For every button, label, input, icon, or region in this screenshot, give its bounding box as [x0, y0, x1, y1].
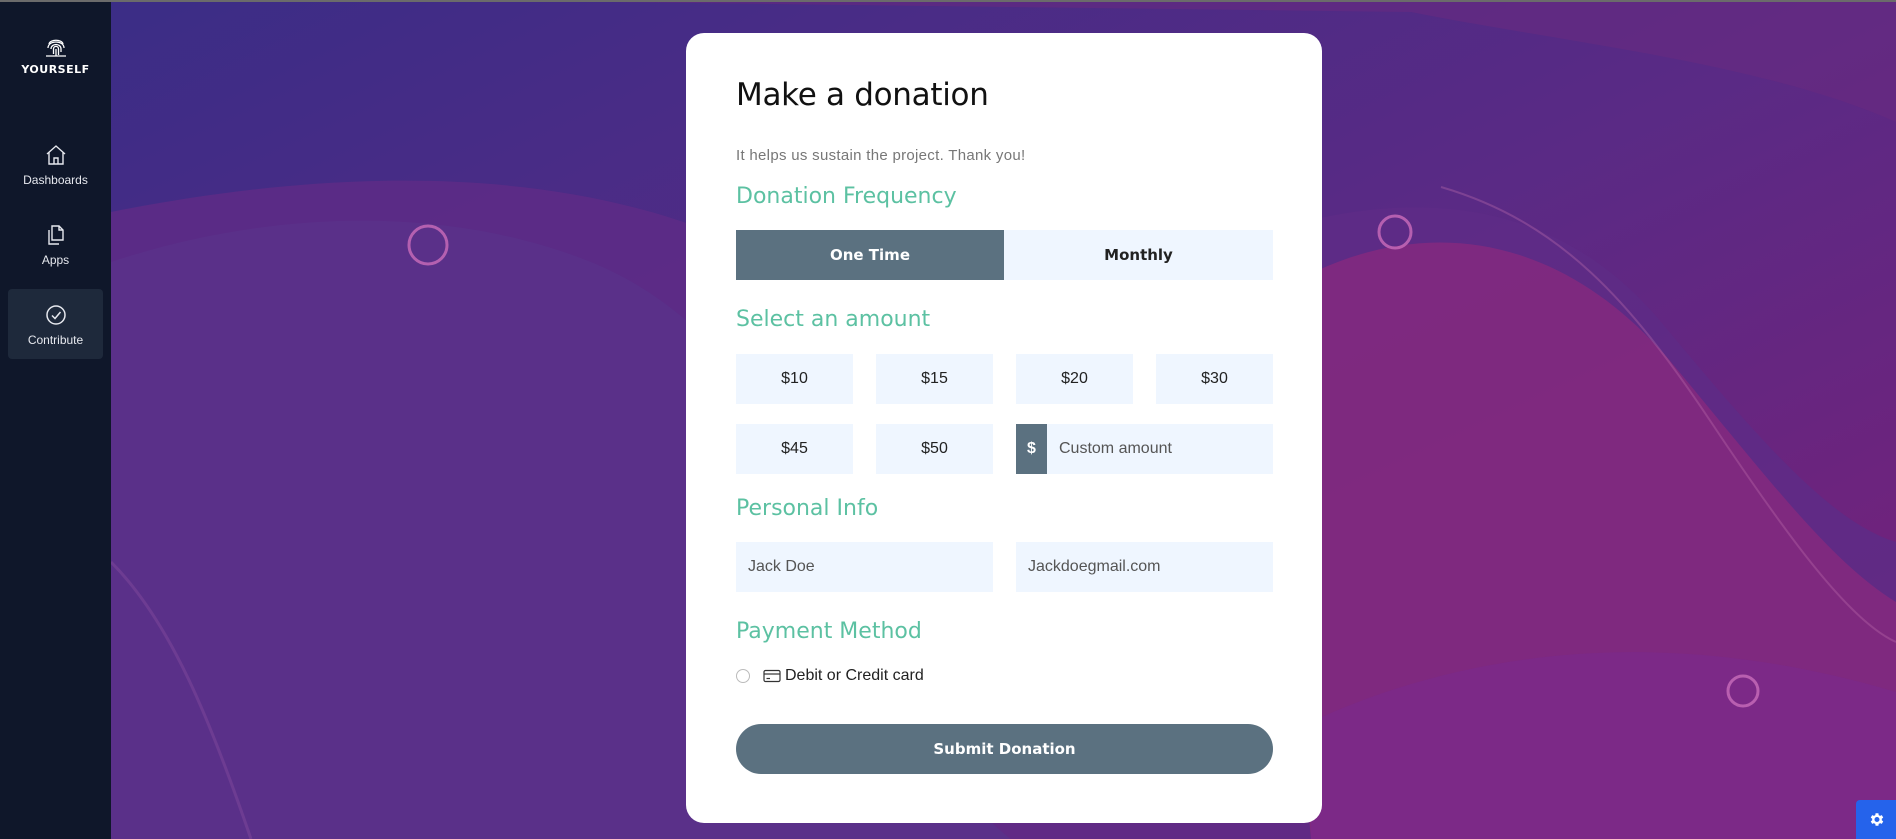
frequency-one-time-button[interactable]: One Time	[736, 230, 1004, 280]
submit-donation-button[interactable]: Submit Donation	[736, 724, 1273, 774]
sidebar-item-contribute[interactable]: Contribute	[8, 289, 103, 359]
name-field[interactable]	[736, 542, 993, 592]
logo-text: YOURSELF	[21, 63, 90, 76]
amount-45-button[interactable]: $45	[736, 424, 853, 474]
email-field[interactable]	[1016, 542, 1273, 592]
check-circle-icon	[45, 305, 66, 325]
payment-option-card[interactable]: Debit or Credit card	[736, 666, 924, 686]
amount-20-button[interactable]: $20	[1016, 354, 1133, 404]
amount-50-button[interactable]: $50	[876, 424, 993, 474]
app-logo[interactable]: YOURSELF	[0, 34, 111, 76]
sidebar: YOURSELF Dashboards Apps Contribute	[0, 0, 111, 839]
amount-heading: Select an amount	[736, 307, 931, 332]
custom-amount-group: $	[1016, 424, 1273, 474]
settings-button[interactable]	[1856, 800, 1896, 839]
currency-prefix: $	[1016, 424, 1047, 474]
sidebar-item-apps[interactable]: Apps	[8, 209, 103, 279]
frequency-heading: Donation Frequency	[736, 184, 957, 209]
amount-10-button[interactable]: $10	[736, 354, 853, 404]
window-top-border	[0, 0, 1896, 2]
fingerprint-icon	[45, 39, 66, 57]
page-title: Make a donation	[736, 77, 989, 113]
payment-method-heading: Payment Method	[736, 619, 922, 644]
frequency-monthly-button[interactable]: Monthly	[1004, 230, 1273, 280]
sidebar-item-label: Contribute	[27, 333, 84, 347]
page-subtitle: It helps us sustain the project. Thank y…	[736, 147, 1026, 164]
credit-card-icon	[763, 669, 781, 683]
custom-amount-input[interactable]	[1047, 424, 1273, 474]
sidebar-item-dashboards[interactable]: Dashboards	[8, 129, 103, 199]
sidebar-item-label: Dashboards	[23, 173, 88, 187]
frequency-toggle: One Time Monthly	[736, 230, 1273, 280]
personal-info-heading: Personal Info	[736, 496, 879, 521]
gear-icon	[1870, 813, 1884, 826]
amount-30-button[interactable]: $30	[1156, 354, 1273, 404]
sidebar-item-label: Apps	[41, 253, 70, 267]
payment-radio[interactable]	[736, 669, 750, 683]
documents-icon	[47, 225, 64, 245]
amount-15-button[interactable]: $15	[876, 354, 993, 404]
home-icon	[46, 145, 65, 165]
payment-option-label: Debit or Credit card	[785, 667, 924, 684]
donation-card: Make a donation It helps us sustain the …	[686, 33, 1322, 823]
